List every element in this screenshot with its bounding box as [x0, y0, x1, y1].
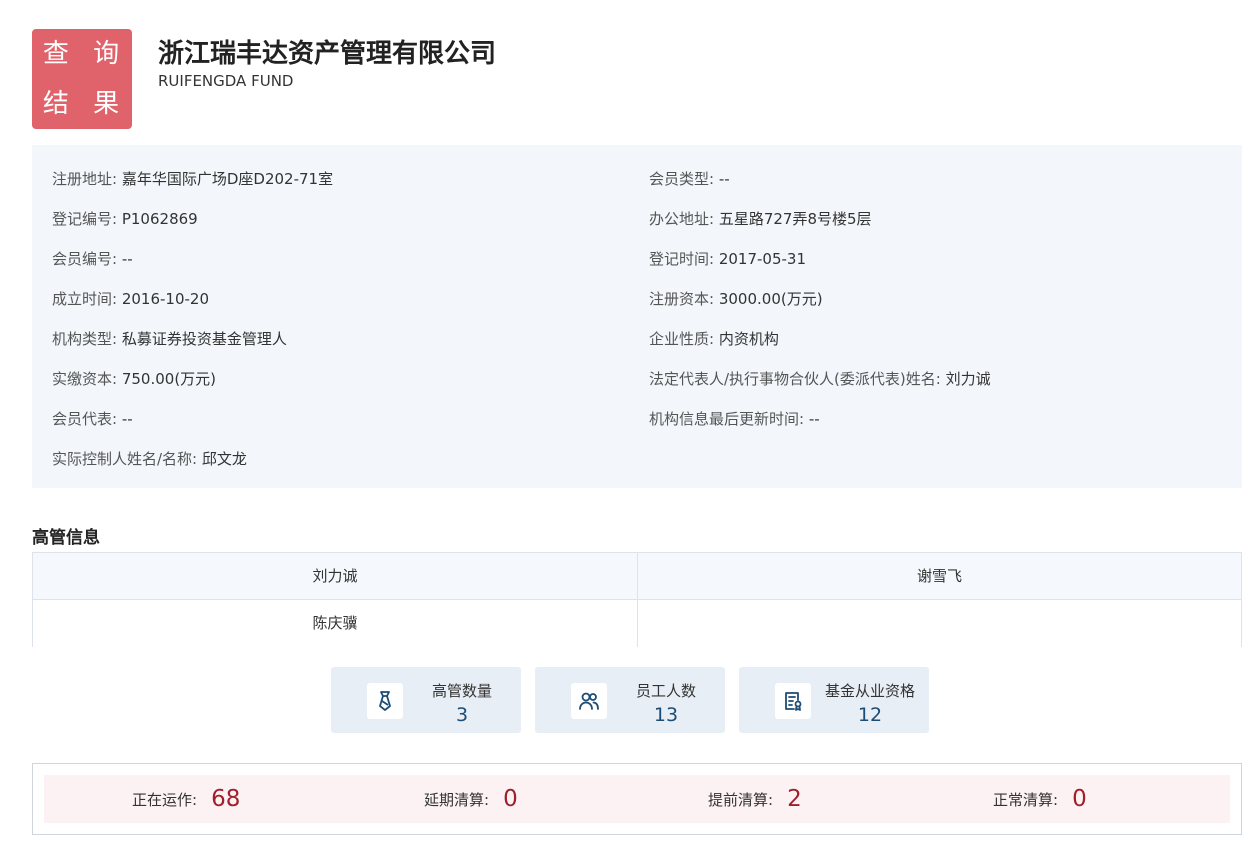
- badge-line-1: 查 询: [42, 39, 128, 69]
- fund-status-operating: 正在运作: 68: [132, 786, 241, 812]
- result-badge: 查 询 结 果: [32, 29, 132, 129]
- info-registered-address: 注册地址: 嘉年华国际广场D座D202-71室: [52, 170, 334, 188]
- executives-table: 刘力诚 谢雪飞 陈庆骥: [32, 552, 1242, 647]
- executive-name: 谢雪飞: [638, 553, 1241, 600]
- stat-value: 12: [857, 704, 883, 726]
- info-actual-controller: 实际控制人姓名/名称: 邱文龙: [52, 450, 247, 468]
- certificate-icon: [775, 683, 811, 719]
- fund-status-bar: 正在运作: 68 延期清算: 0 提前清算: 2 正常清算: 0: [44, 775, 1230, 823]
- fund-status-normal-liquidation: 正常清算: 0: [993, 786, 1087, 812]
- company-name: 浙江瑞丰达资产管理有限公司: [158, 39, 497, 69]
- fund-status-early-liquidation: 提前清算: 2: [708, 786, 802, 812]
- info-legal-representative: 法定代表人/执行事物合伙人(委派代表)姓名: 刘力诚: [649, 370, 991, 388]
- stat-value: 13: [653, 704, 679, 726]
- stat-card-qualification: 基金从业资格 12: [739, 667, 929, 733]
- executive-name: 陈庆骥: [33, 600, 638, 647]
- info-paid-capital: 实缴资本: 750.00(万元): [52, 370, 217, 388]
- info-member-number: 会员编号: --: [52, 250, 133, 268]
- company-english-name: RUIFENGDA FUND: [158, 72, 294, 90]
- stat-card-executives: 高管数量 3: [331, 667, 521, 733]
- company-info-panel: 注册地址: 嘉年华国际广场D座D202-71室 登记编号: P1062869 会…: [32, 145, 1242, 488]
- stat-label: 高管数量: [431, 682, 492, 700]
- fund-status-box: 正在运作: 68 延期清算: 0 提前清算: 2 正常清算: 0: [32, 763, 1242, 835]
- info-registered-capital: 注册资本: 3000.00(万元): [649, 290, 823, 308]
- people-icon: [571, 683, 607, 719]
- info-office-address: 办公地址: 五星路727弄8号楼5层: [649, 210, 872, 228]
- tie-icon: [367, 683, 403, 719]
- stat-label: 基金从业资格: [824, 682, 915, 700]
- stat-value: 3: [455, 704, 469, 726]
- info-last-updated: 机构信息最后更新时间: --: [649, 410, 820, 428]
- stat-label: 员工人数: [635, 682, 696, 700]
- info-institution-type: 机构类型: 私募证券投资基金管理人: [52, 330, 287, 348]
- fund-status-delayed-liquidation: 延期清算: 0: [424, 786, 518, 812]
- info-established-date: 成立时间: 2016-10-20: [52, 290, 210, 308]
- info-member-type: 会员类型: --: [649, 170, 730, 188]
- info-registration-date: 登记时间: 2017-05-31: [649, 250, 807, 268]
- badge-line-2: 结 果: [42, 89, 128, 119]
- executive-name: 刘力诚: [33, 553, 638, 600]
- info-enterprise-nature: 企业性质: 内资机构: [649, 330, 779, 348]
- executives-section-title: 高管信息: [32, 528, 100, 548]
- info-member-representative: 会员代表: --: [52, 410, 133, 428]
- info-registration-number: 登记编号: P1062869: [52, 210, 198, 228]
- executive-name-empty: [638, 600, 1241, 647]
- stat-card-employees: 员工人数 13: [535, 667, 725, 733]
